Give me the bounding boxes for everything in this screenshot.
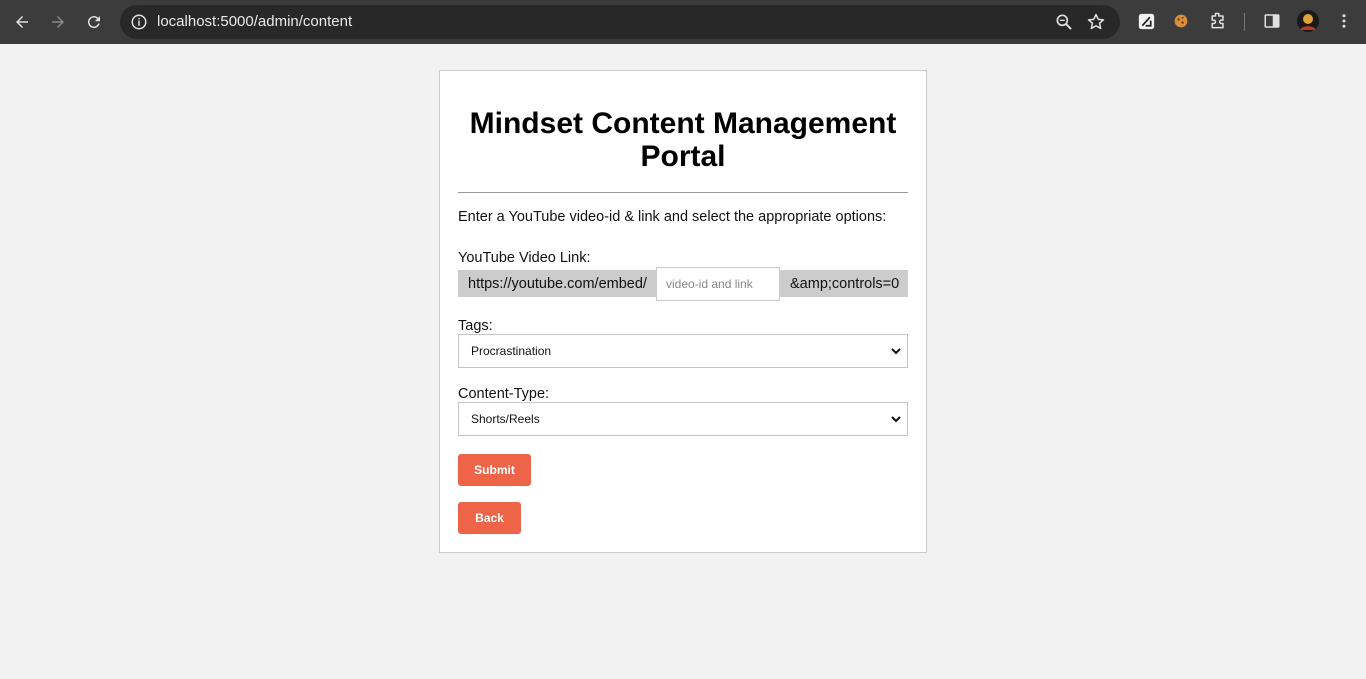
content-form-card: Mindset Content Management Portal Enter … <box>439 70 927 553</box>
tags-label: Tags: <box>458 318 493 334</box>
url-text[interactable]: localhost:5000/admin/content <box>157 13 352 30</box>
zoom-icon[interactable] <box>1054 12 1074 32</box>
video-link-group: https://youtube.com/embed/ &amp;controls… <box>458 267 908 301</box>
extension-icon[interactable] <box>1136 11 1156 31</box>
forward-arrow-icon[interactable] <box>46 10 70 34</box>
back-button[interactable]: Back <box>458 502 521 534</box>
back-arrow-icon[interactable] <box>10 10 34 34</box>
content-type-selected-value: Shorts/Reels <box>471 412 540 426</box>
video-link-prefix: https://youtube.com/embed/ <box>458 270 656 297</box>
bookmark-star-icon[interactable] <box>1086 12 1106 32</box>
content-type-label: Content-Type: <box>458 386 550 402</box>
reload-icon[interactable] <box>82 10 106 34</box>
toolbar-separator <box>1244 13 1245 31</box>
kebab-menu-icon[interactable] <box>1334 11 1354 31</box>
profile-avatar[interactable] <box>1297 10 1319 32</box>
tags-selected-value: Procrastination <box>471 344 552 358</box>
extensions-puzzle-icon[interactable] <box>1208 11 1228 31</box>
chevron-down-icon <box>891 416 901 423</box>
browser-toolbar: localhost:5000/admin/content <box>0 0 1366 44</box>
side-panel-icon[interactable] <box>1262 11 1282 31</box>
video-link-suffix: &amp;controls=0 <box>780 270 908 297</box>
address-bar[interactable]: localhost:5000/admin/content <box>120 5 1120 39</box>
video-id-input[interactable] <box>656 267 780 301</box>
intro-text: Enter a YouTube video-id & link and sele… <box>458 209 887 225</box>
video-link-label: YouTube Video Link: <box>458 250 591 266</box>
divider <box>458 192 908 193</box>
site-info-icon[interactable] <box>130 13 148 31</box>
cookie-extension-icon[interactable] <box>1171 11 1191 31</box>
chevron-down-icon <box>891 348 901 355</box>
page-title: Mindset Content Management Portal <box>469 107 897 173</box>
submit-button[interactable]: Submit <box>458 454 531 486</box>
content-type-select[interactable]: Shorts/Reels <box>458 402 908 436</box>
tags-select[interactable]: Procrastination <box>458 334 908 368</box>
